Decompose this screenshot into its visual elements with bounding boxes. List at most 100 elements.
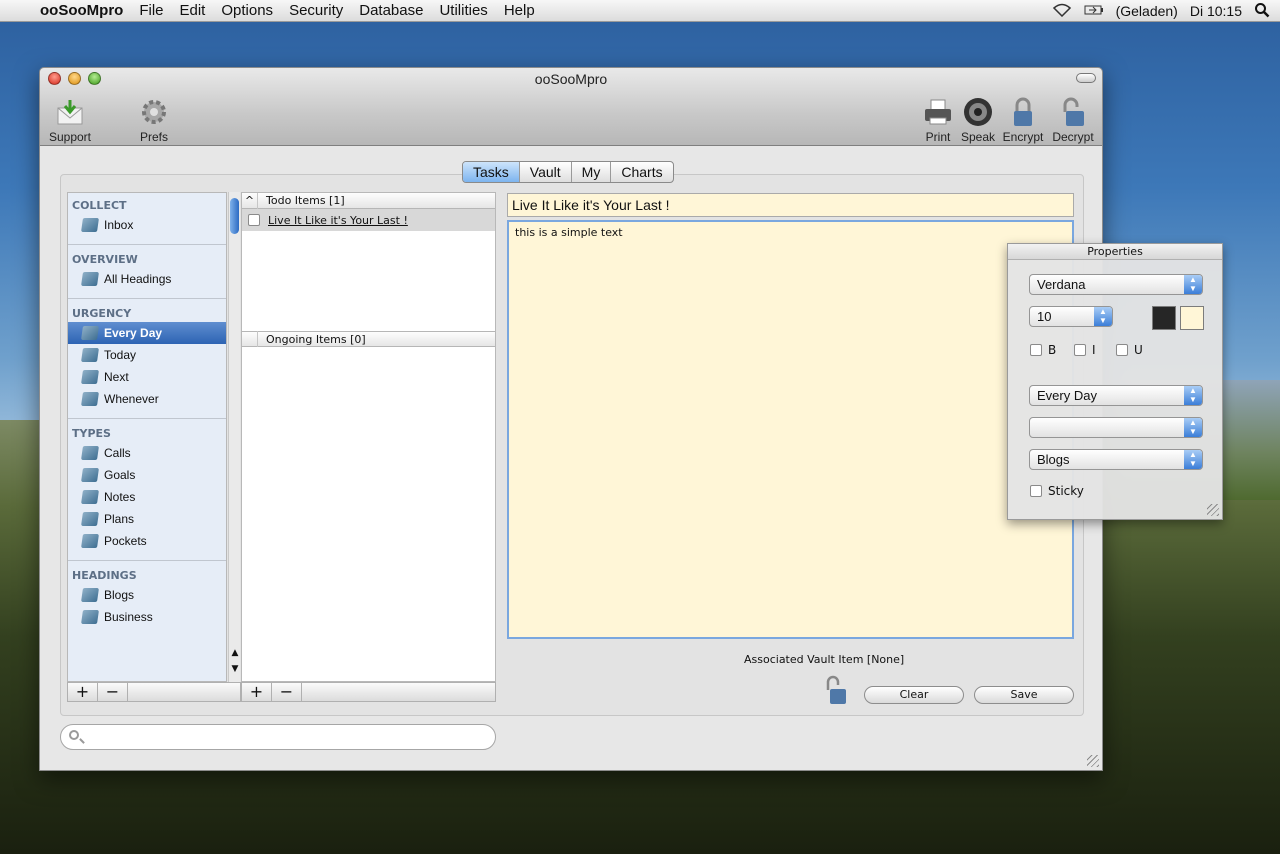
folder-icon [81, 348, 99, 362]
sidebar-section-urgency: URGENCY [72, 307, 132, 320]
font-select[interactable]: Verdana ▲ ▼ [1029, 274, 1203, 295]
remove-heading-button[interactable]: − [98, 683, 128, 701]
sidebar-scrollbar[interactable]: ▲ ▼ [228, 192, 240, 682]
list-footer: + − [241, 682, 496, 702]
speak-button[interactable]: Speak [960, 96, 996, 144]
sticky-checkbox[interactable]: Sticky [1030, 484, 1084, 498]
encrypt-label: Encrypt [1002, 130, 1044, 144]
scroll-down-arrow-icon[interactable]: ▼ [229, 664, 241, 674]
search-input[interactable] [60, 724, 496, 750]
sidebar-item-label: Pockets [104, 534, 147, 548]
sidebar-section-collect: COLLECT [72, 199, 127, 212]
unlock-icon [1057, 96, 1089, 128]
sidebar-item-label: Whenever [104, 392, 159, 406]
vault-lock-icon[interactable] [823, 674, 849, 706]
sidebar-item-plans[interactable]: Plans [68, 508, 226, 530]
ongoing-header[interactable]: Ongoing Items [0] [242, 331, 495, 347]
folder-icon [81, 512, 99, 526]
add-item-button[interactable]: + [242, 683, 272, 701]
tab-charts[interactable]: Charts [611, 162, 672, 182]
sidebar-item-business[interactable]: Business [68, 606, 226, 628]
sidebar-item-goals[interactable]: Goals [68, 464, 226, 486]
sidebar-item-notes[interactable]: Notes [68, 486, 226, 508]
background-color-swatch[interactable] [1180, 306, 1204, 330]
menu-utilities[interactable]: Utilities [439, 2, 487, 19]
print-button[interactable]: Print [920, 96, 956, 144]
sidebar-item-today[interactable]: Today [68, 344, 226, 366]
support-label: Support [48, 130, 92, 144]
battery-icon[interactable] [1084, 3, 1104, 19]
heading-select[interactable]: Blogs ▲ ▼ [1029, 449, 1203, 470]
menu-file[interactable]: File [139, 2, 163, 19]
sidebar-item-inbox[interactable]: Inbox [68, 214, 226, 236]
menu-edit[interactable]: Edit [180, 2, 206, 19]
window-titlebar: ooSooMpro Support Prefs Print Speak Encr… [40, 68, 1102, 146]
list-item[interactable]: Live It Like it's Your Last ! [242, 209, 495, 231]
task-title-field[interactable]: Live It Like it's Your Last ! [507, 193, 1074, 217]
sidebar-item-label: Notes [104, 490, 136, 504]
font-size-value: 10 [1037, 309, 1052, 324]
sidebar-section-types: TYPES [72, 427, 111, 440]
sidebar-item-all-headings[interactable]: All Headings [68, 268, 226, 290]
sort-caret-icon[interactable]: ^ [242, 192, 258, 209]
tab-tasks[interactable]: Tasks [463, 162, 520, 182]
bold-checkbox[interactable]: B [1030, 343, 1056, 357]
menu-database[interactable]: Database [359, 2, 423, 19]
text-color-swatch[interactable] [1152, 306, 1176, 330]
todo-header-label: Todo Items [1] [266, 194, 345, 207]
view-tabs: Tasks Vault My Charts [462, 161, 674, 183]
decrypt-button[interactable]: Decrypt [1050, 96, 1096, 144]
gear-icon [138, 96, 170, 128]
menubar-clock[interactable]: Di 10:15 [1190, 3, 1242, 19]
resize-grip-icon[interactable] [1087, 755, 1099, 767]
font-size-select[interactable]: 10 ▲ ▼ [1029, 306, 1113, 327]
scrollbar-thumb[interactable] [230, 198, 239, 234]
sidebar-item-every-day[interactable]: Every Day [68, 322, 226, 344]
speaker-icon [962, 96, 994, 128]
spotlight-icon[interactable] [1254, 2, 1270, 21]
sidebar-item-label: Plans [104, 512, 135, 526]
underline-checkbox[interactable]: U [1116, 343, 1143, 357]
decrypt-label: Decrypt [1052, 130, 1094, 144]
add-heading-button[interactable]: + [68, 683, 98, 701]
sidebar-item-calls[interactable]: Calls [68, 442, 226, 464]
sidebar-item-next[interactable]: Next [68, 366, 226, 388]
menu-security[interactable]: Security [289, 2, 343, 19]
select-arrows-icon: ▲ ▼ [1184, 275, 1202, 294]
font-value: Verdana [1037, 277, 1086, 292]
clear-button[interactable]: Clear [864, 686, 964, 704]
sidebar-item-label: Today [104, 348, 137, 362]
menu-help[interactable]: Help [504, 2, 535, 19]
support-button[interactable]: Support [48, 96, 92, 144]
wifi-icon[interactable] [1052, 3, 1072, 20]
type-select[interactable]: ▲ ▼ [1029, 417, 1203, 438]
panel-resize-grip-icon[interactable] [1207, 504, 1219, 516]
remove-item-button[interactable]: − [272, 683, 302, 701]
task-checkbox[interactable] [248, 214, 260, 226]
task-body-editor[interactable]: this is a simple text [507, 220, 1074, 639]
underline-label: U [1134, 343, 1143, 357]
heading-value: Blogs [1037, 452, 1070, 467]
app-menu[interactable]: ooSooMpro [40, 2, 123, 19]
urgency-select[interactable]: Every Day ▲ ▼ [1029, 385, 1203, 406]
tab-vault[interactable]: Vault [520, 162, 572, 182]
sidebar-item-pockets[interactable]: Pockets [68, 530, 226, 552]
folder-icon [81, 446, 99, 460]
sidebar-item-whenever[interactable]: Whenever [68, 388, 226, 410]
sidebar-item-blogs[interactable]: Blogs [68, 584, 226, 606]
todo-header[interactable]: ^ Todo Items [1] [242, 192, 495, 209]
save-button[interactable]: Save [974, 686, 1074, 704]
toolbar-toggle-button[interactable] [1076, 73, 1096, 83]
scroll-up-arrow-icon[interactable]: ▲ [229, 648, 241, 658]
italic-checkbox[interactable]: I [1074, 343, 1096, 357]
task-title: Live It Like it's Your Last ! [268, 213, 408, 227]
properties-title[interactable]: Properties [1008, 244, 1222, 260]
menu-options[interactable]: Options [221, 2, 273, 19]
folder-icon [81, 534, 99, 548]
tab-my[interactable]: My [572, 162, 612, 182]
italic-label: I [1092, 343, 1096, 357]
prefs-button[interactable]: Prefs [136, 96, 172, 144]
encrypt-button[interactable]: Encrypt [1002, 96, 1044, 144]
sidebar-section-overview: OVERVIEW [72, 253, 138, 266]
select-arrows-icon: ▲ ▼ [1184, 418, 1202, 437]
